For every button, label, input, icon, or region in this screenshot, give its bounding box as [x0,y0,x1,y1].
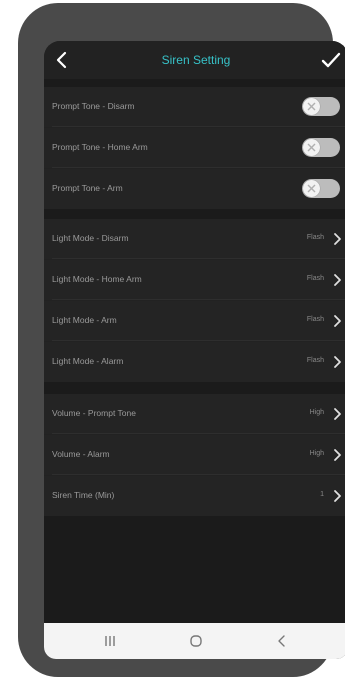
system-back-button[interactable] [272,633,292,649]
prompt-tone-disarm-toggle[interactable] [302,97,340,116]
row-label: Prompt Tone - Disarm [52,101,135,111]
row-divider [52,167,345,168]
confirm-button[interactable] [320,49,342,71]
row-label: Siren Time (Min) [52,490,115,500]
row-label: Light Mode - Disarm [52,233,129,243]
system-nav-bar [44,623,345,659]
light-mode-home-arm-row[interactable]: Light Mode - Home Arm Flash [44,260,345,300]
light-mode-arm-row[interactable]: Light Mode - Arm Flash [44,301,345,341]
app-screen: Siren Setting Prompt Tone - Disarm Promp… [44,41,345,659]
prompt-tone-disarm-row: Prompt Tone - Disarm [44,87,345,127]
row-value: High [309,409,324,416]
phone-frame: Siren Setting Prompt Tone - Disarm Promp… [18,3,345,677]
page-title: Siren Setting [161,53,231,67]
row-label: Prompt Tone - Home Arm [52,142,148,152]
row-value: 1 [320,491,324,498]
home-icon [190,635,202,647]
prompt-tone-home-arm-row: Prompt Tone - Home Arm [44,128,345,168]
volume-alarm-row[interactable]: Volume - Alarm High [44,435,345,475]
checkmark-icon [321,52,341,68]
chevron-right-icon [334,233,341,245]
back-icon [278,635,285,647]
chevron-right-icon [334,408,341,420]
row-label: Volume - Alarm [52,449,110,459]
row-value: Flash [306,316,324,323]
row-label: Light Mode - Alarm [52,356,124,366]
row-label: Light Mode - Arm [52,315,117,325]
prompt-tone-arm-toggle[interactable] [302,179,340,198]
home-button[interactable] [186,633,206,649]
toggle-knob [303,180,320,197]
prompt-tone-arm-row: Prompt Tone - Arm [44,169,345,209]
x-icon [307,143,316,152]
section-gap [44,79,345,87]
volume-prompt-tone-row[interactable]: Volume - Prompt Tone High [44,394,345,434]
row-label: Prompt Tone - Arm [52,183,123,193]
chevron-right-icon [334,274,341,286]
light-mode-alarm-row[interactable]: Light Mode - Alarm Flash [44,342,345,382]
row-divider [52,299,345,300]
chevron-right-icon [334,490,341,502]
row-divider [52,340,345,341]
row-divider [52,126,345,127]
empty-area [44,516,345,623]
row-value: Flash [306,357,324,364]
toggle-knob [303,139,320,156]
row-label: Light Mode - Home Arm [52,274,142,284]
chevron-right-icon [334,449,341,461]
chevron-right-icon [334,315,341,327]
section-gap [44,209,345,219]
row-label: Volume - Prompt Tone [52,408,136,418]
row-divider [52,258,345,259]
row-value: Flash [306,275,324,282]
toggle-knob [303,98,320,115]
prompt-tone-home-arm-toggle[interactable] [302,138,340,157]
app-header: Siren Setting [44,41,345,79]
row-divider [52,433,345,434]
x-icon [307,102,316,111]
row-value: Flash [306,234,324,241]
chevron-right-icon [334,356,341,368]
recent-apps-button[interactable] [100,633,120,649]
siren-time-row[interactable]: Siren Time (Min) 1 [44,476,345,516]
row-divider [52,474,345,475]
recent-apps-icon [105,636,115,646]
section-gap [44,382,345,394]
light-mode-disarm-row[interactable]: Light Mode - Disarm Flash [44,219,345,259]
x-icon [307,184,316,193]
row-value: High [309,450,324,457]
